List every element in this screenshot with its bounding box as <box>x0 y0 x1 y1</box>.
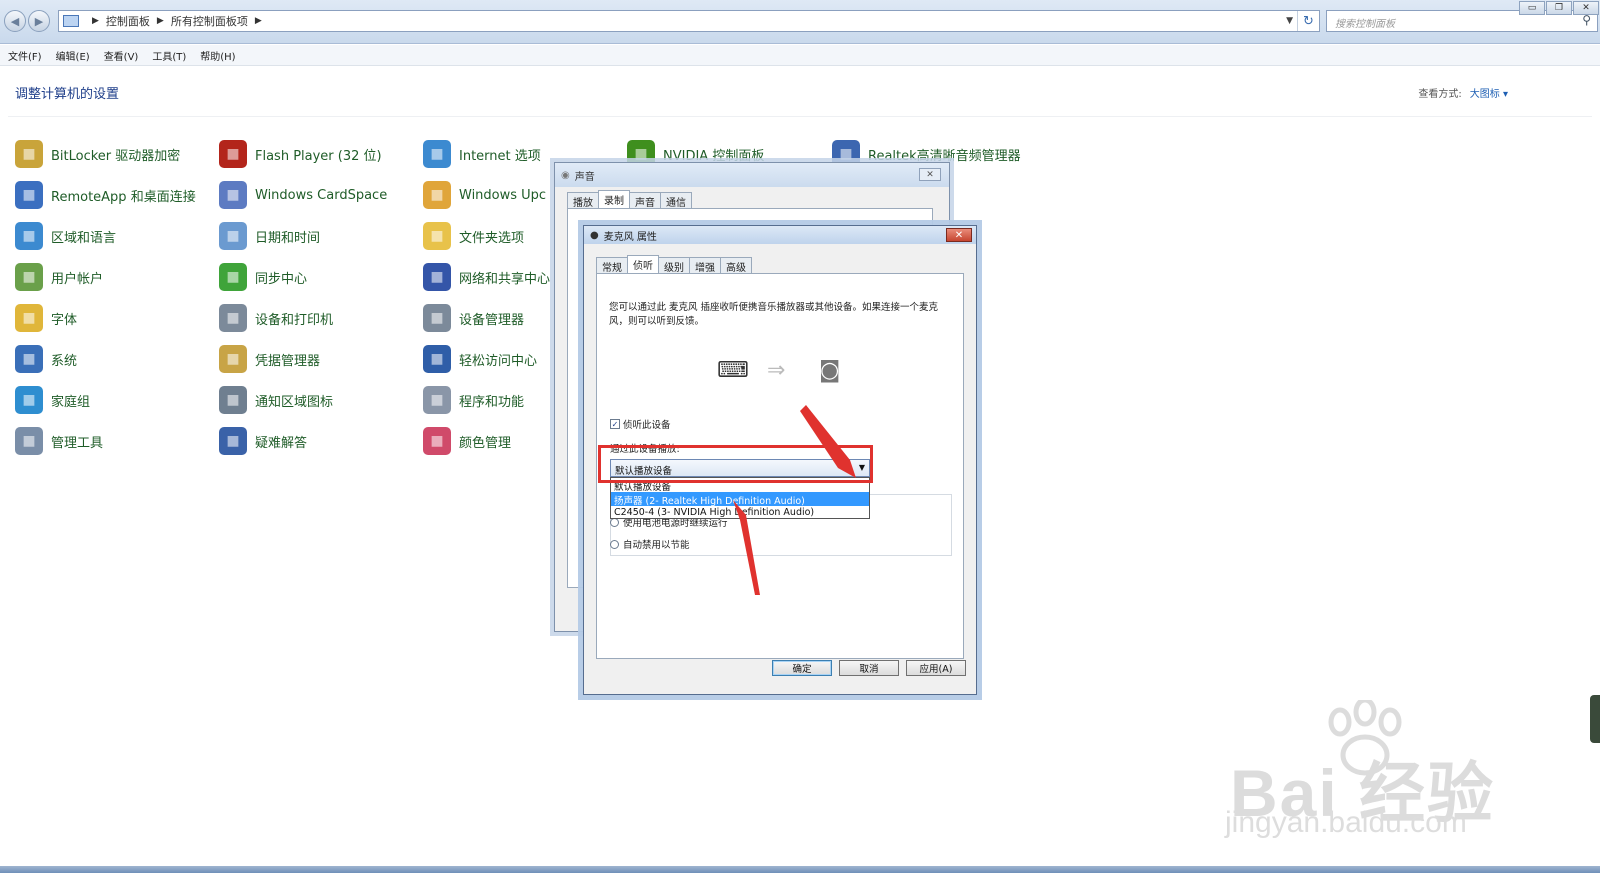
side-grip <box>1590 695 1600 743</box>
red-arrow-icon <box>800 405 856 478</box>
watermark-url: jingyan.baidu.com <box>1225 806 1467 839</box>
taskbar <box>0 866 1600 873</box>
red-arrow-icon <box>733 500 760 595</box>
